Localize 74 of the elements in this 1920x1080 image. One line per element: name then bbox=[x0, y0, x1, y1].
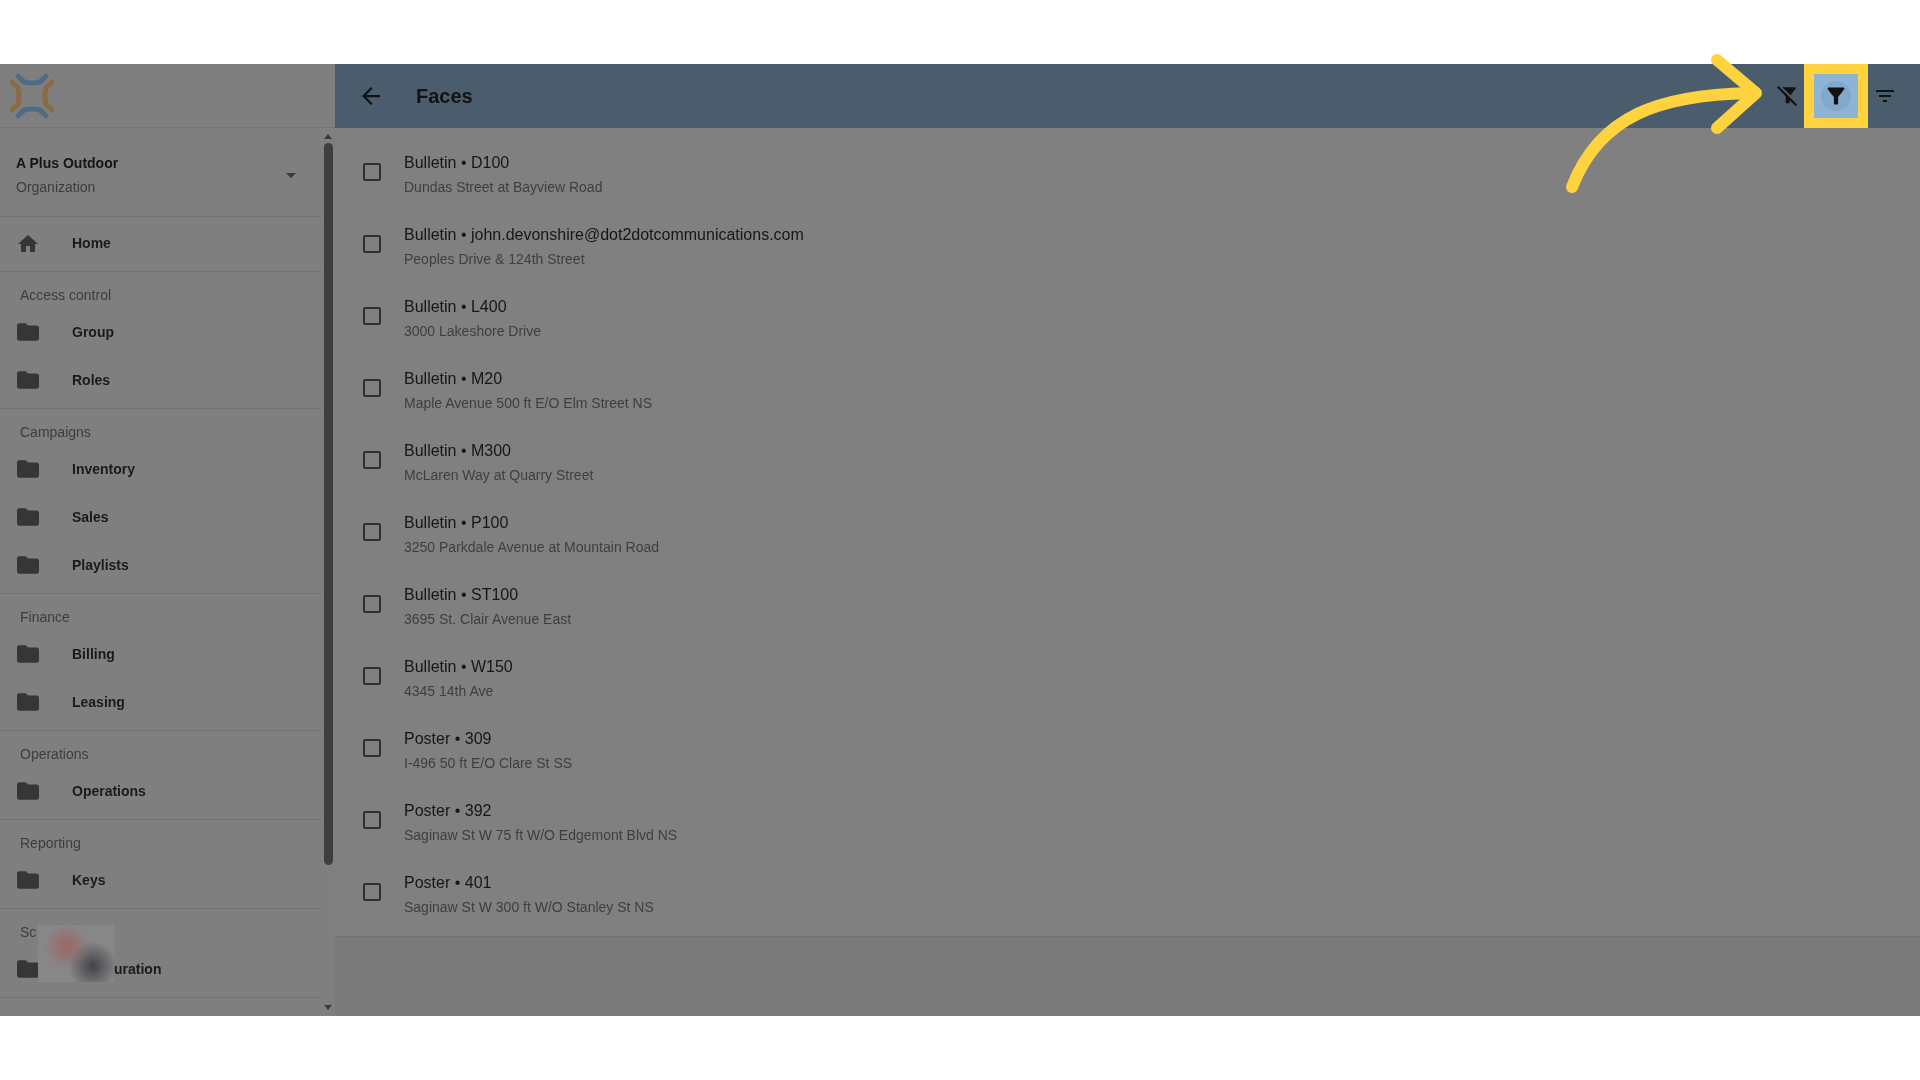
nav-item[interactable]: Operations bbox=[0, 767, 321, 815]
folder-icon bbox=[17, 460, 39, 478]
checkbox[interactable] bbox=[363, 739, 381, 757]
scrollbar-thumb[interactable] bbox=[323, 143, 333, 865]
folder-icon bbox=[17, 960, 39, 978]
folder-icon bbox=[17, 645, 39, 663]
face-address: 3250 Parkdale Avenue at Mountain Road bbox=[404, 538, 660, 557]
folder-icon bbox=[17, 693, 39, 711]
checkbox[interactable] bbox=[363, 667, 381, 685]
folder-icon bbox=[17, 508, 39, 526]
face-title: Bulletin • P100 bbox=[404, 513, 509, 533]
face-address: Maple Avenue 500 ft E/O Elm Street NS bbox=[404, 394, 652, 413]
folder-icon bbox=[17, 871, 39, 889]
face-title: Bulletin • M300 bbox=[404, 441, 511, 461]
funnel-slash-icon bbox=[1777, 86, 1797, 106]
dropdown-caret-icon[interactable] bbox=[286, 172, 296, 178]
organization-label: Organization bbox=[16, 178, 96, 197]
face-address: I-496 50 ft E/O Clare St SS bbox=[404, 754, 573, 773]
checkbox[interactable] bbox=[363, 307, 381, 325]
filter-button[interactable] bbox=[1804, 64, 1868, 128]
nav-item[interactable]: Roles bbox=[0, 356, 321, 404]
checkbox[interactable] bbox=[363, 235, 381, 253]
back-arrow-icon bbox=[362, 87, 380, 105]
face-address: Saginaw St W 75 ft W/O Edgemont Blvd NS bbox=[404, 826, 678, 845]
nav-item[interactable]: Inventory bbox=[0, 445, 321, 493]
section-heading: Sc bbox=[20, 924, 37, 940]
nav-item[interactable]: Leasing bbox=[0, 678, 321, 726]
nav-item[interactable]: uration bbox=[0, 945, 321, 993]
section-heading: Reporting bbox=[20, 835, 81, 851]
page-title: Faces bbox=[416, 84, 473, 108]
checkbox[interactable] bbox=[363, 595, 381, 613]
face-address: McLaren Way at Quarry Street bbox=[404, 466, 594, 485]
checkbox[interactable] bbox=[363, 379, 381, 397]
organization-name: A Plus Outdoor bbox=[16, 154, 119, 173]
face-address: Dundas Street at Bayview Road bbox=[404, 178, 603, 197]
nav-item[interactable]: Sales bbox=[0, 493, 321, 541]
scroll-up-arrow-icon bbox=[324, 134, 332, 139]
sort-icon bbox=[1876, 90, 1894, 102]
folder-icon bbox=[17, 556, 39, 574]
face-address: Peoples Drive & 124th Street bbox=[404, 250, 585, 269]
checkbox[interactable] bbox=[363, 883, 381, 901]
funnel-icon bbox=[1821, 81, 1851, 111]
face-title: Bulletin • ST100 bbox=[404, 585, 519, 605]
checkbox[interactable] bbox=[363, 523, 381, 541]
nav-item[interactable]: Keys bbox=[0, 856, 321, 904]
face-title: Bulletin • W150 bbox=[404, 657, 513, 677]
face-title: Poster • 309 bbox=[404, 729, 492, 749]
checkbox[interactable] bbox=[363, 451, 381, 469]
section-heading: Operations bbox=[20, 746, 89, 762]
face-address: 4345 14th Ave bbox=[404, 682, 494, 701]
checkbox[interactable] bbox=[363, 163, 381, 181]
nav-item[interactable]: Billing bbox=[0, 630, 321, 678]
scroll-down-arrow-icon bbox=[324, 1005, 332, 1010]
face-title: Bulletin • D100 bbox=[404, 153, 510, 173]
face-title: Poster • 401 bbox=[404, 873, 492, 893]
folder-icon bbox=[17, 371, 39, 389]
face-title: Bulletin • M20 bbox=[404, 369, 503, 389]
section-heading: Campaigns bbox=[20, 424, 91, 440]
nav-item[interactable]: Home bbox=[0, 219, 321, 267]
house-icon bbox=[18, 234, 38, 252]
checkbox[interactable] bbox=[363, 811, 381, 829]
face-title: Bulletin • john.devonshire@dot2dotcommunications.com bbox=[404, 225, 804, 245]
section-heading: Access control bbox=[20, 287, 112, 303]
logo-icon bbox=[8, 71, 56, 120]
nav-item[interactable]: Playlists bbox=[0, 541, 321, 589]
folder-icon bbox=[17, 782, 39, 800]
face-address: 3695 St. Clair Avenue East bbox=[404, 610, 572, 629]
face-title: Poster • 392 bbox=[404, 801, 492, 821]
face-address: Saginaw St W 300 ft W/O Stanley St NS bbox=[404, 898, 654, 917]
face-title: Bulletin • L400 bbox=[404, 297, 507, 317]
nav-item[interactable]: Group bbox=[0, 308, 321, 356]
folder-icon bbox=[17, 323, 39, 341]
face-address: 3000 Lakeshore Drive bbox=[404, 322, 541, 341]
section-heading: Finance bbox=[20, 609, 70, 625]
